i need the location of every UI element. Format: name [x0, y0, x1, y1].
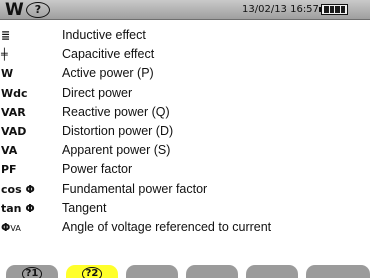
battery-icon: [319, 4, 348, 15]
legend-row-reactive-power: VAR Reactive power (Q): [0, 103, 370, 122]
status-bar: W ? 13/02/13 16:57: [0, 0, 370, 20]
legend-symbol: VAR: [1, 105, 26, 119]
legend-row-direct-power: Wdc Direct power: [0, 84, 370, 103]
softkey-5[interactable]: [246, 265, 298, 278]
power-mode-icon[interactable]: W: [5, 0, 24, 20]
legend-row-capacitive: ╪ Capacitive effect: [0, 45, 370, 64]
legend-symbol: VAD: [1, 124, 27, 138]
legend-label: Active power (P): [62, 66, 154, 81]
legend-symbol: W: [1, 67, 14, 81]
legend-row-distortion-power: VAD Distortion power (D): [0, 122, 370, 141]
help-page-1-button[interactable]: ?1: [6, 265, 58, 278]
legend-label: Distortion power (D): [62, 123, 174, 138]
legend-label: Tangent: [62, 200, 107, 215]
legend-label: Fundamental power factor: [62, 181, 208, 196]
legend-label: Apparent power (S): [62, 143, 171, 158]
legend-row-apparent-power: VA Apparent power (S): [0, 141, 370, 160]
legend-symbol: VA: [1, 144, 18, 158]
legend-row-inductive: ≣ Inductive effect: [0, 26, 370, 45]
softkey-bar: ?1 ?2: [0, 262, 370, 278]
legend-row-fundamental-pf: cos Φ Fundamental power factor: [0, 180, 370, 199]
softkey-4[interactable]: [186, 265, 238, 278]
legend-label: Direct power: [62, 85, 133, 100]
help-page-2-button[interactable]: ?2: [66, 265, 118, 278]
legend-symbol: PF: [1, 163, 17, 177]
help-screen: W ? 13/02/13 16:57 ≣ Inductive effect ╪ …: [0, 0, 370, 278]
legend-row-tangent: tan Φ Tangent: [0, 199, 370, 218]
legend-symbol: ΦVA: [1, 220, 21, 234]
legend-row-power-factor: PF Power factor: [0, 160, 370, 179]
inductive-effect-icon: ≣: [1, 29, 11, 42]
legend-symbol: tan Φ: [1, 201, 35, 215]
legend-label: Reactive power (Q): [62, 104, 170, 119]
legend-label: Capacitive effect: [62, 47, 155, 62]
help-icon[interactable]: ?: [26, 2, 50, 18]
softkey-6[interactable]: [306, 265, 370, 278]
legend-row-phase-angle: ΦVA Angle of voltage referenced to curre…: [0, 218, 370, 237]
legend-label: Angle of voltage referenced to current: [62, 219, 272, 234]
legend-row-active-power: W Active power (P): [0, 64, 370, 83]
datetime: 13/02/13 16:57: [242, 4, 319, 15]
legend-symbol: cos Φ: [1, 182, 35, 196]
softkey-3[interactable]: [126, 265, 178, 278]
symbol-legend: ≣ Inductive effect ╪ Capacitive effect W…: [0, 26, 370, 237]
legend-label: Inductive effect: [62, 28, 146, 42]
capacitive-effect-icon: ╪: [1, 48, 8, 62]
legend-symbol: Wdc: [1, 86, 28, 100]
legend-label: Power factor: [62, 162, 133, 177]
